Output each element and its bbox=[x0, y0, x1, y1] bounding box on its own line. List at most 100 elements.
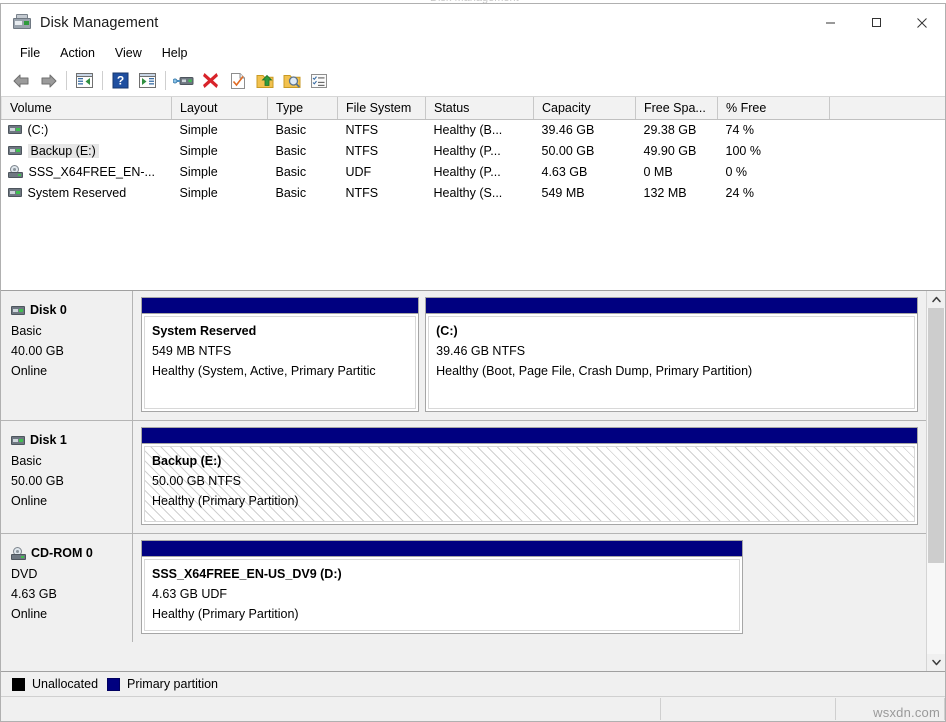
toolbar-list-view-button[interactable] bbox=[305, 68, 332, 93]
cell-free-space: 29.38 GB bbox=[636, 119, 718, 140]
scrollbar-track[interactable] bbox=[927, 308, 945, 654]
legend-swatch-primary-partition bbox=[107, 678, 120, 691]
toolbar-forward-button[interactable] bbox=[35, 68, 62, 93]
show-hide-tree-icon bbox=[75, 72, 94, 89]
legend: Unallocated Primary partition bbox=[1, 671, 945, 696]
cell-file-system: NTFS bbox=[338, 119, 426, 140]
toolbar-properties-button[interactable] bbox=[170, 68, 197, 93]
toolbar-help-button[interactable]: ? bbox=[107, 68, 134, 93]
scroll-down-button[interactable] bbox=[927, 654, 945, 671]
delete-icon bbox=[202, 72, 219, 89]
disk-name: CD-ROM 0 bbox=[31, 543, 93, 563]
column-header-layout[interactable]: Layout bbox=[172, 97, 268, 119]
disk-partitions-disk-1: Backup (E:) 50.00 GB NTFS Healthy (Prima… bbox=[133, 421, 926, 533]
cell-free-space: 0 MB bbox=[636, 161, 718, 182]
minimize-button[interactable] bbox=[807, 4, 853, 41]
table-row[interactable]: SSS_X64FREE_EN-... Simple Basic UDF Heal… bbox=[2, 161, 946, 182]
cell-type: Basic bbox=[268, 140, 338, 161]
table-row[interactable]: Backup (E:) Simple Basic NTFS Healthy (P… bbox=[2, 140, 946, 161]
toolbar-separator bbox=[66, 71, 67, 90]
volume-name: SSS_X64FREE_EN-... bbox=[29, 165, 155, 179]
disk-header-cdrom-0[interactable]: CD-ROM 0 DVD 4.63 GB Online bbox=[1, 534, 133, 642]
partition-size-fs: 549 MB NTFS bbox=[152, 341, 415, 361]
cell-capacity: 50.00 GB bbox=[534, 140, 636, 161]
disk-row-cdrom-0[interactable]: CD-ROM 0 DVD 4.63 GB Online SSS_X64FREE_… bbox=[1, 534, 926, 642]
menu-help[interactable]: Help bbox=[152, 43, 198, 63]
disk-panel-scrollbar[interactable] bbox=[926, 291, 945, 671]
menu-action[interactable]: Action bbox=[50, 43, 105, 63]
hard-drive-icon bbox=[8, 146, 22, 155]
scrollbar-thumb[interactable] bbox=[928, 308, 944, 563]
cell-status: Healthy (P... bbox=[426, 140, 534, 161]
disk-row-disk-1[interactable]: Disk 1 Basic 50.00 GB Online Backup (E:)… bbox=[1, 421, 926, 534]
partition-name: Backup (E:) bbox=[152, 451, 914, 471]
partition-system-reserved[interactable]: System Reserved 549 MB NTFS Healthy (Sys… bbox=[141, 297, 419, 412]
partition-size-fs: 39.46 GB NTFS bbox=[436, 341, 914, 361]
column-header-free-space[interactable]: Free Spa... bbox=[636, 97, 718, 119]
partition-size-fs: 50.00 GB NTFS bbox=[152, 471, 914, 491]
cell-layout: Simple bbox=[172, 161, 268, 182]
toolbar-show-hide-tree-button[interactable] bbox=[71, 68, 98, 93]
cell-layout: Simple bbox=[172, 182, 268, 203]
partition-status: Healthy (Primary Partition) bbox=[152, 491, 914, 511]
table-row[interactable]: (C:) Simple Basic NTFS Healthy (B... 39.… bbox=[2, 119, 946, 140]
disk-row-disk-0[interactable]: Disk 0 Basic 40.00 GB Online System Rese… bbox=[1, 291, 926, 421]
legend-label-primary-partition: Primary partition bbox=[127, 677, 218, 691]
column-header-blank[interactable] bbox=[830, 97, 946, 119]
column-header-capacity[interactable]: Capacity bbox=[534, 97, 636, 119]
legend-item-unallocated: Unallocated bbox=[12, 677, 98, 691]
scroll-up-button[interactable] bbox=[927, 291, 945, 308]
partition-backup-e-drive[interactable]: Backup (E:) 50.00 GB NTFS Healthy (Prima… bbox=[141, 427, 918, 525]
cell-type: Basic bbox=[268, 119, 338, 140]
back-icon bbox=[12, 73, 31, 89]
partition-color-bar bbox=[142, 541, 742, 557]
volume-list-panel: Volume Layout Type File System Status Ca… bbox=[1, 97, 945, 291]
toolbar-separator bbox=[165, 71, 166, 90]
disk-state: Online bbox=[11, 491, 132, 511]
cell-status: Healthy (P... bbox=[426, 161, 534, 182]
partition-color-bar bbox=[142, 298, 418, 314]
column-header-status[interactable]: Status bbox=[426, 97, 534, 119]
title-bar: Disk Management bbox=[1, 4, 945, 41]
toolbar-extend-volume-button[interactable] bbox=[251, 68, 278, 93]
disk-header-disk-0[interactable]: Disk 0 Basic 40.00 GB Online bbox=[1, 291, 133, 420]
disk-title-cdrom-0: CD-ROM 0 bbox=[11, 543, 132, 563]
cell-free-space: 132 MB bbox=[636, 182, 718, 203]
close-button[interactable] bbox=[899, 4, 945, 41]
toolbar-back-button[interactable] bbox=[8, 68, 35, 93]
column-header-file-system[interactable]: File System bbox=[338, 97, 426, 119]
maximize-button[interactable] bbox=[853, 4, 899, 41]
toolbar-delete-button[interactable] bbox=[197, 68, 224, 93]
toolbar-explore-button[interactable] bbox=[278, 68, 305, 93]
list-view-icon bbox=[310, 73, 328, 89]
cell-layout: Simple bbox=[172, 119, 268, 140]
partition-dvd-d-drive[interactable]: SSS_X64FREE_EN-US_DV9 (D:) 4.63 GB UDF H… bbox=[141, 540, 743, 634]
toolbar: ? bbox=[1, 65, 945, 97]
column-header-volume[interactable]: Volume bbox=[2, 97, 172, 119]
partition-empty-space bbox=[749, 540, 918, 634]
status-cell-middle bbox=[661, 698, 836, 720]
partition-name: (C:) bbox=[436, 321, 914, 341]
partition-name: System Reserved bbox=[152, 321, 415, 341]
toolbar-separator bbox=[102, 71, 103, 90]
cell-free-space: 49.90 GB bbox=[636, 140, 718, 161]
chevron-up-icon bbox=[932, 296, 941, 303]
column-header-type[interactable]: Type bbox=[268, 97, 338, 119]
toolbar-show-action-pane-button[interactable] bbox=[134, 68, 161, 93]
cd-rom-icon bbox=[8, 165, 23, 178]
partition-c-drive[interactable]: (C:) 39.46 GB NTFS Healthy (Boot, Page F… bbox=[425, 297, 918, 412]
disk-title-disk-1: Disk 1 bbox=[11, 430, 132, 450]
window-title: Disk Management bbox=[40, 15, 158, 31]
volume-name: System Reserved bbox=[28, 186, 127, 200]
cell-status: Healthy (S... bbox=[426, 182, 534, 203]
minimize-icon bbox=[825, 17, 836, 28]
disk-size: 4.63 GB bbox=[11, 584, 132, 604]
column-header-percent-free[interactable]: % Free bbox=[718, 97, 830, 119]
hard-drive-icon bbox=[8, 125, 22, 134]
menu-view[interactable]: View bbox=[105, 43, 152, 63]
explore-icon bbox=[283, 72, 301, 89]
table-row[interactable]: System Reserved Simple Basic NTFS Health… bbox=[2, 182, 946, 203]
menu-file[interactable]: File bbox=[10, 43, 50, 63]
toolbar-check-disk-button[interactable] bbox=[224, 68, 251, 93]
disk-header-disk-1[interactable]: Disk 1 Basic 50.00 GB Online bbox=[1, 421, 133, 533]
